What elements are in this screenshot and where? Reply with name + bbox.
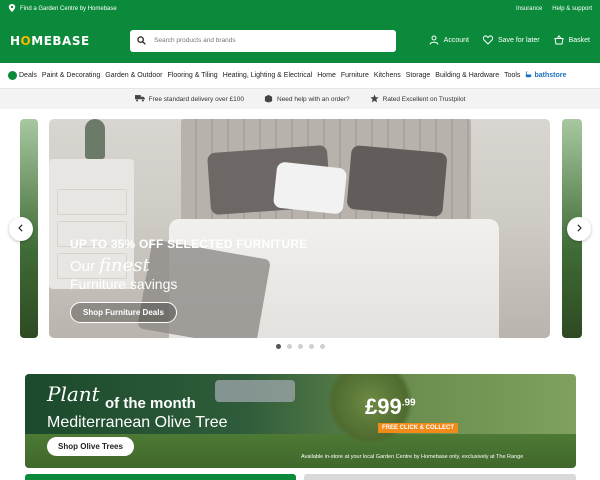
next-section-peek [25, 474, 576, 480]
price-pence: .99 [401, 397, 416, 409]
product-price: £99.99 [365, 394, 416, 420]
hero-pillow-image [346, 144, 448, 218]
usp-delivery-label: Free standard delivery over £100 [148, 95, 244, 103]
delivery-truck-icon [134, 94, 145, 104]
utility-bar: Find a Garden Centre by Homebase Insuran… [0, 0, 600, 18]
heart-icon [482, 34, 494, 47]
star-icon [370, 93, 379, 105]
shop-olive-trees-button[interactable]: Shop Olive Trees [47, 437, 134, 456]
usp-bar: Free standard delivery over £100 Need he… [0, 89, 600, 109]
main-header: HOMEBASE Account Save for later Basket [0, 18, 600, 63]
banner-fine-print: Available in-store at your local Garden … [301, 454, 524, 460]
price-pounds: £99 [365, 394, 402, 419]
carousel-dot[interactable] [275, 344, 281, 349]
carousel-dots [0, 344, 600, 349]
search-bar[interactable] [130, 29, 396, 52]
nav-item-flooring-tiling[interactable]: Flooring & Tiling [167, 72, 217, 79]
chevron-left-icon [17, 223, 25, 235]
promo-suffix: OFF SELECTED FURNITURE [138, 237, 308, 251]
usp-trustpilot[interactable]: Rated Excellent on Trustpilot [370, 93, 466, 105]
help-support-link[interactable]: Help & support [552, 6, 592, 12]
nav-item-bathstore[interactable]: bathstore [525, 71, 566, 80]
usp-trustpilot-label: Rated Excellent on Trustpilot [382, 95, 466, 103]
subheading-prefix: Our [70, 258, 96, 275]
hero-subheading-line2: Furniture savings [70, 276, 178, 292]
category-nav: Deals Paint & Decorating Garden & Outdoo… [0, 63, 600, 89]
carousel-dot[interactable] [319, 344, 325, 349]
account-label: Account [443, 37, 469, 44]
carousel-dot[interactable] [308, 344, 314, 349]
click-collect-badge: FREE CLICK & COLLECT [378, 423, 458, 433]
find-store-label: Find a Garden Centre by Homebase [20, 6, 117, 12]
deals-tag-icon [8, 71, 17, 80]
usp-help[interactable]: Need help with an order? [264, 94, 350, 105]
carousel-next-button[interactable] [567, 217, 591, 241]
basket-label: Basket [568, 37, 590, 44]
usp-delivery[interactable]: Free standard delivery over £100 [134, 94, 244, 104]
user-icon [429, 35, 439, 47]
find-store-link[interactable]: Find a Garden Centre by Homebase [8, 4, 117, 14]
nav-item-deals[interactable]: Deals [8, 71, 37, 80]
nav-item-storage[interactable]: Storage [406, 72, 431, 79]
save-for-later-button[interactable]: Save for later [482, 34, 540, 47]
insurance-link[interactable]: Insurance [516, 6, 542, 12]
bathstore-label: bathstore [534, 72, 567, 79]
promo-prefix: UP TO [70, 237, 108, 251]
bathtub-icon [525, 71, 532, 80]
next-card-grey[interactable] [304, 474, 576, 480]
nav-item-home[interactable]: Home [317, 72, 336, 79]
help-box-icon [264, 94, 273, 105]
nav-item-furniture[interactable]: Furniture [341, 72, 369, 79]
hero-subheading: Our finest [70, 255, 307, 276]
deals-label: Deals [19, 72, 37, 79]
nav-item-kitchens[interactable]: Kitchens [374, 72, 401, 79]
carousel-prev-button[interactable] [9, 217, 33, 241]
hero-pillow-image [272, 161, 348, 215]
carousel-dot[interactable] [297, 344, 303, 349]
product-name: Mediterranean Olive Tree [47, 414, 228, 431]
location-pin-icon [8, 4, 16, 14]
search-input[interactable] [154, 37, 374, 44]
subheading-script-word: finest [99, 255, 150, 276]
banner-sofa-image [215, 380, 295, 402]
shop-furniture-deals-button[interactable]: Shop Furniture Deals [70, 302, 177, 323]
nav-item-heating-lighting[interactable]: Heating, Lighting & Electrical [223, 72, 313, 79]
nav-item-building-hardware[interactable]: Building & Hardware [435, 72, 499, 79]
hero-promo-headline: UP TO 35% OFF SELECTED FURNITURE [70, 237, 307, 251]
plant-bold-heading: of the month [105, 395, 196, 412]
usp-help-label: Need help with an order? [277, 95, 350, 103]
nav-item-garden-outdoor[interactable]: Garden & Outdoor [105, 72, 162, 79]
homebase-logo[interactable]: HOMEBASE [10, 34, 120, 48]
account-button[interactable]: Account [429, 35, 469, 47]
plant-script-heading: Plant [47, 382, 100, 406]
basket-button[interactable]: Basket [553, 34, 590, 47]
next-card-green[interactable] [25, 474, 296, 480]
basket-icon [553, 34, 564, 47]
promo-percent: 35% [110, 237, 136, 251]
nav-item-tools[interactable]: Tools [504, 72, 520, 79]
plant-of-month-banner[interactable]: Plant of the month Mediterranean Olive T… [25, 374, 576, 468]
search-icon [137, 32, 146, 50]
hero-lamp-image [85, 119, 105, 159]
hero-text: UP TO 35% OFF SELECTED FURNITURE Our fin… [70, 237, 307, 323]
chevron-right-icon [575, 223, 583, 235]
nav-item-paint-decorating[interactable]: Paint & Decorating [42, 72, 100, 79]
hero-carousel: UP TO 35% OFF SELECTED FURNITURE Our fin… [0, 119, 600, 349]
hero-slide-furniture[interactable]: UP TO 35% OFF SELECTED FURNITURE Our fin… [49, 119, 550, 338]
save-for-later-label: Save for later [497, 37, 540, 44]
carousel-dot[interactable] [286, 344, 292, 349]
